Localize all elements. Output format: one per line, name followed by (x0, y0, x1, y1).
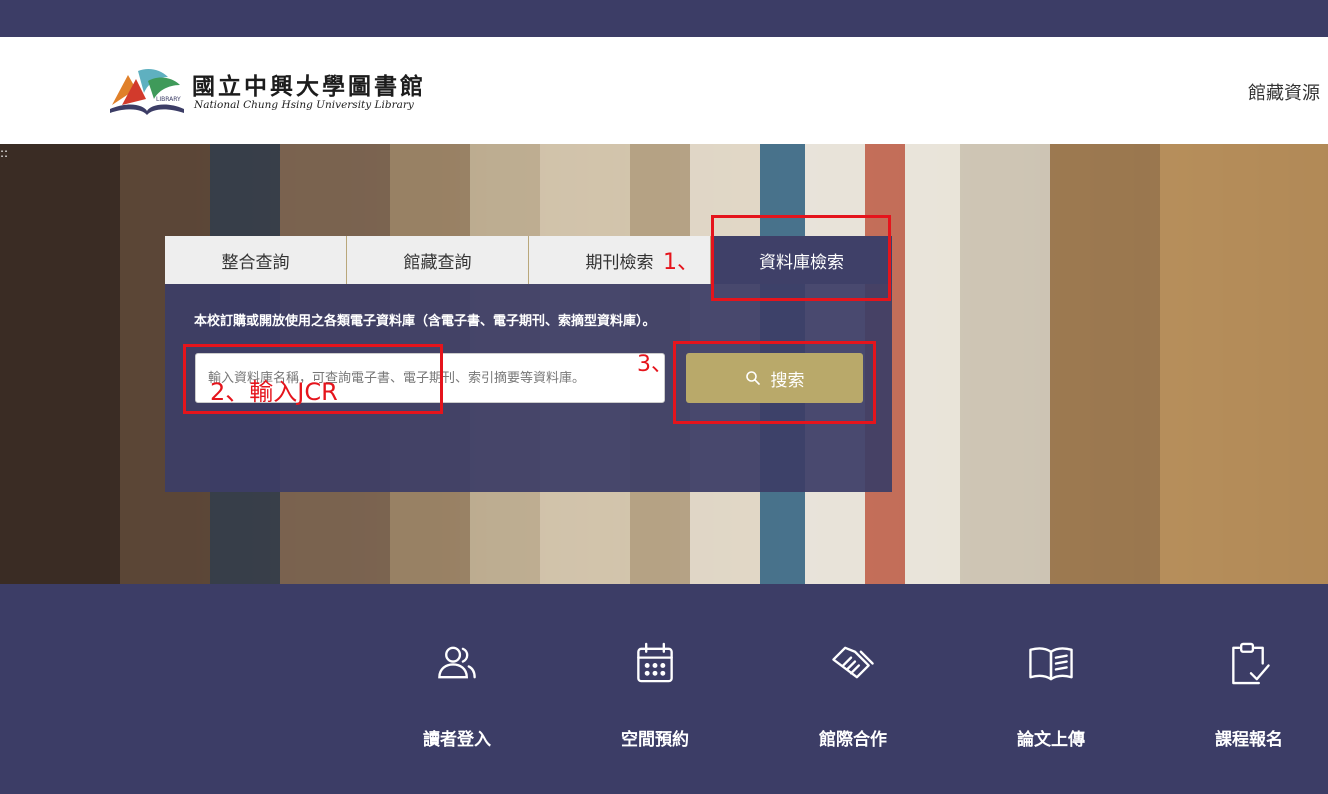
annotation-box-1 (711, 215, 891, 301)
nav-collection-resources[interactable]: 館藏資源 (1248, 79, 1320, 105)
quick-link-label: 論文上傳 (1017, 730, 1085, 750)
handshake-icon (832, 646, 874, 679)
quick-link-label: 館際合作 (819, 730, 887, 750)
hero-handle: :: (0, 146, 9, 160)
logo-title-en: National Chung Hsing University Library (194, 99, 414, 111)
logo-badge: LIBRARY (156, 96, 181, 103)
quick-link-thesis-upload[interactable]: 論文上傳 (991, 640, 1111, 750)
tab-integrated-search[interactable]: 整合查詢 (165, 236, 347, 284)
database-description: 本校訂購或開放使用之各類電子資料庫（含電子書、電子期刊、索摘型資料庫）。 (194, 314, 656, 329)
tab-catalog-search[interactable]: 館藏查詢 (347, 236, 529, 284)
clipboard-check-icon (1232, 642, 1270, 685)
quick-link-label: 空間預約 (621, 730, 689, 750)
logo-book-icon: LIBRARY (110, 69, 184, 115)
quick-links-bar: 讀者登入 空間預約 館際合作 論文上傳 課程報名 (0, 584, 1328, 794)
annotation-label-1: 1、 (663, 250, 699, 275)
annotation-label-3: 3、 (637, 352, 673, 377)
site-header: LIBRARY 國立中興大學圖書館 National Chung Hsing U… (0, 37, 1328, 144)
annotation-box-3 (673, 341, 876, 424)
quick-link-reader-login[interactable]: 讀者登入 (397, 640, 517, 750)
annotation-label-2: 2、輸入JCR (210, 378, 338, 406)
quick-link-space-booking[interactable]: 空間預約 (595, 640, 715, 750)
users-icon (438, 646, 476, 679)
library-logo[interactable]: LIBRARY 國立中興大學圖書館 National Chung Hsing U… (108, 65, 428, 117)
quick-link-course-registration[interactable]: 課程報名 (1189, 640, 1309, 750)
top-bar (0, 0, 1328, 37)
quick-link-interlibrary[interactable]: 館際合作 (793, 640, 913, 750)
quick-link-label: 課程報名 (1215, 730, 1283, 750)
calendar-icon (637, 642, 673, 683)
quick-link-label: 讀者登入 (423, 730, 491, 750)
open-book-icon (1029, 647, 1073, 681)
logo-title-zh: 國立中興大學圖書館 (192, 73, 426, 100)
